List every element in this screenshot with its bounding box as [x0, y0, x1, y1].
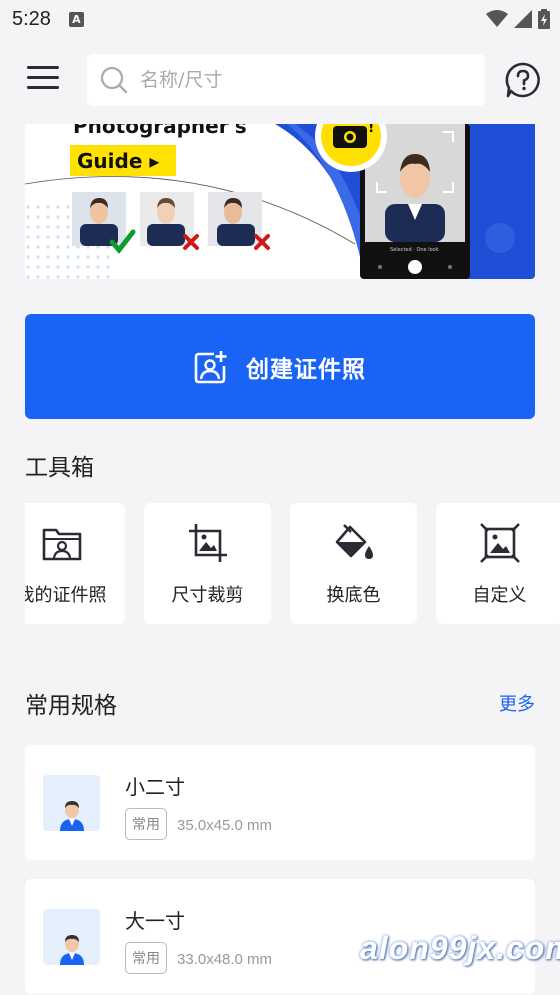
- watermark: alon99jx.com: [360, 930, 560, 966]
- add-photo-icon: [194, 350, 227, 383]
- sample-photo-wrong-2: [208, 192, 262, 246]
- crop-icon: [188, 523, 228, 563]
- help-button[interactable]: [505, 62, 541, 98]
- battery-icon: [538, 9, 550, 29]
- wifi-icon: [486, 10, 508, 27]
- tool-label: 尺寸裁剪: [171, 585, 244, 606]
- toolbox-title: 工具箱: [25, 455, 94, 481]
- spec-name: 大一寸: [125, 909, 185, 933]
- svg-text:!: !: [368, 124, 374, 136]
- tool-crop[interactable]: 尺寸裁剪: [144, 503, 271, 624]
- hamburger-line: [27, 76, 59, 79]
- person-avatar-icon: [43, 775, 100, 831]
- tool-change-background[interactable]: 换底色: [290, 503, 417, 624]
- top-bar: [0, 52, 560, 108]
- status-time: 5:28: [12, 7, 51, 30]
- tool-label: 自定义: [472, 585, 527, 606]
- spec-size: 35.0x45.0 mm: [177, 817, 273, 834]
- tool-my-photos[interactable]: 我的证件照: [25, 503, 125, 624]
- tool-label: 换底色: [326, 585, 381, 606]
- hamburger-line: [27, 86, 59, 89]
- custom-frame-icon: [479, 523, 520, 563]
- spec-card[interactable]: 小二寸 常用 35.0x45.0 mm: [25, 745, 535, 860]
- banner-heading: Photographer's: [73, 124, 247, 138]
- search-icon: [100, 66, 128, 94]
- menu-button[interactable]: [27, 66, 59, 94]
- notification-a-icon: A: [68, 11, 84, 27]
- banner-artwork: Selected · One look ! Photographer's Gui…: [25, 124, 535, 279]
- spec-badge: 常用: [125, 942, 167, 974]
- sample-photo-correct: [72, 192, 126, 246]
- banner-guide-label: Guide ▸: [77, 149, 159, 173]
- spec-badge: 常用: [125, 808, 167, 840]
- status-icons: [486, 9, 550, 29]
- spec-size: 33.0x48.0 mm: [177, 951, 273, 968]
- tool-custom[interactable]: 自定义: [436, 503, 560, 624]
- person-avatar-icon: [43, 909, 100, 965]
- phone-caption: Selected · One look: [390, 247, 439, 253]
- signal-icon: [514, 10, 532, 28]
- create-button-label: 创建证件照: [246, 356, 366, 383]
- folder-photo-icon: [42, 523, 82, 563]
- promo-banner[interactable]: Selected · One look ! Photographer's Gui…: [25, 124, 535, 279]
- create-id-photo-button[interactable]: 创建证件照: [25, 314, 535, 419]
- tool-label: 我的证件照: [25, 585, 107, 606]
- status-bar: 5:28 A: [0, 0, 560, 38]
- search-input[interactable]: [140, 69, 440, 91]
- more-link[interactable]: 更多: [499, 690, 535, 716]
- question-icon: [505, 62, 540, 98]
- common-specs-title: 常用规格: [25, 693, 117, 719]
- paint-bucket-icon: [334, 523, 374, 563]
- search-box[interactable]: [87, 54, 485, 106]
- spec-name: 小二寸: [125, 775, 185, 799]
- toolbox-row[interactable]: 我的证件照 尺寸裁剪 换底色 自定义: [25, 503, 560, 625]
- hamburger-line: [27, 66, 59, 69]
